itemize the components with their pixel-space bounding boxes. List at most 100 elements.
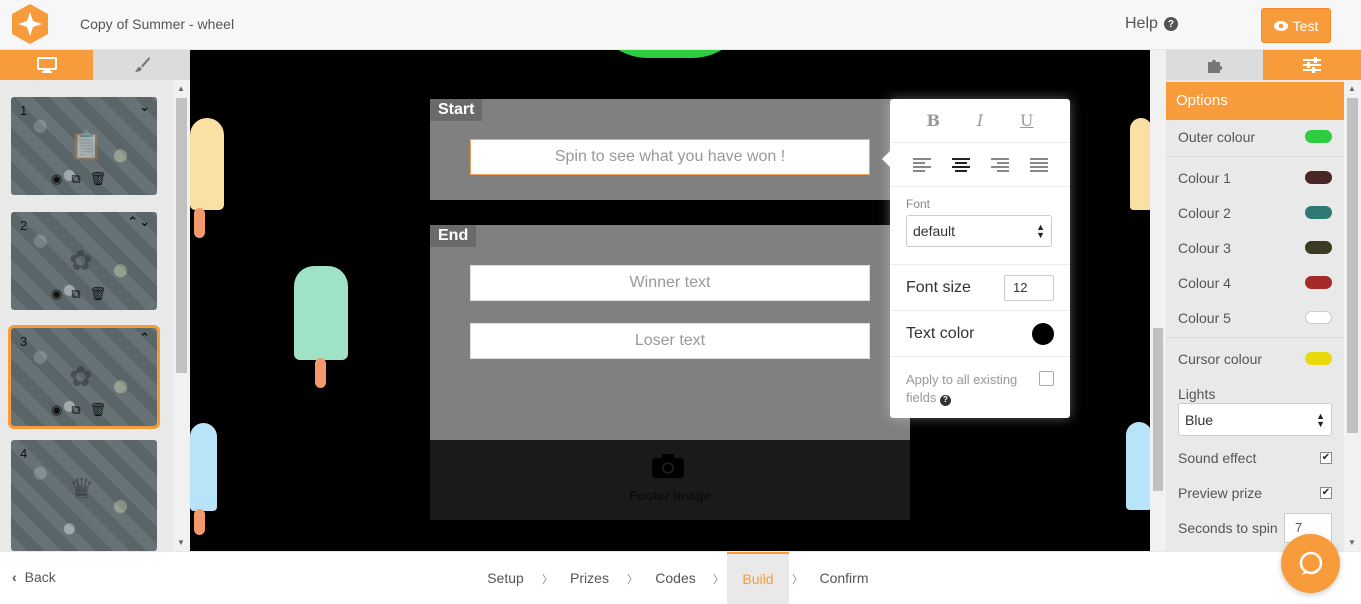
move-up-down-icon[interactable]: ⌃⌄	[127, 214, 151, 230]
options-scrollbar[interactable]: ▲ ▼	[1344, 80, 1361, 551]
slide-list-scrollbar[interactable]: ▲ ▼	[173, 80, 190, 551]
start-section: Start Spin to see what you have won !	[430, 99, 910, 200]
scroll-up-icon[interactable]: ▲	[177, 84, 185, 93]
preview-prize-checkbox[interactable]: ✔	[1320, 486, 1332, 499]
slide-thumbnail-1[interactable]: 1 ⌄ 📋 ◉ ⧉ 🗑	[11, 97, 157, 195]
eye-icon[interactable]: ◉	[51, 171, 62, 187]
loser-text-field[interactable]: Loser text	[470, 323, 870, 359]
puzzle-icon	[1207, 59, 1222, 73]
font-size-input[interactable]: 12	[1004, 274, 1054, 301]
colour-2-row: Colour 2	[1166, 195, 1344, 230]
options-panel: Options Outer colour Colour 1 Colour 2 C…	[1166, 80, 1361, 551]
copy-icon[interactable]: ⧉	[71, 402, 80, 418]
sound-effect-label: Sound effect	[1178, 449, 1257, 466]
colour-1-label: Colour 1	[1178, 169, 1231, 186]
tab-plugins[interactable]	[1166, 50, 1263, 80]
trash-icon[interactable]: 🗑	[90, 286, 107, 302]
popsicle-decoration	[1130, 118, 1150, 210]
eye-icon[interactable]: ◉	[51, 286, 62, 302]
brush-icon	[134, 57, 150, 72]
colour-3-swatch[interactable]	[1305, 241, 1332, 254]
question-circle-icon[interactable]: ?	[939, 394, 951, 406]
italic-button[interactable]: I	[977, 111, 983, 130]
trash-icon[interactable]: 🗑	[90, 402, 107, 418]
colour-4-swatch[interactable]	[1305, 276, 1332, 289]
wheel-edge	[590, 50, 750, 58]
apply-all-checkbox[interactable]	[1039, 371, 1054, 386]
campaign-title: Copy of Summer - wheel	[80, 16, 235, 32]
canvas-scrollbar[interactable]	[1150, 50, 1166, 551]
slide-thumbnail-4[interactable]: 4 ♛	[11, 440, 157, 551]
test-button[interactable]: Test	[1261, 8, 1331, 43]
font-block: Font default ▲ ▼	[890, 187, 1070, 265]
app-logo-icon[interactable]	[9, 3, 51, 45]
monitor-icon	[36, 57, 57, 73]
left-sidebar-tabs	[0, 50, 190, 80]
help-link[interactable]: Help ?	[1125, 15, 1178, 33]
align-left-icon[interactable]	[912, 157, 931, 172]
scroll-down-icon[interactable]: ▼	[177, 538, 185, 547]
cursor-colour-row: Cursor colour	[1166, 341, 1344, 376]
colour-5-swatch[interactable]	[1305, 311, 1332, 324]
start-text-field[interactable]: Spin to see what you have won !	[470, 139, 870, 175]
wheel-icon: ✿	[69, 361, 93, 392]
scrollbar-thumb[interactable]	[1153, 328, 1163, 491]
scroll-down-icon[interactable]: ▼	[1348, 538, 1356, 547]
move-down-icon[interactable]: ⌄	[139, 99, 151, 115]
align-justify-icon[interactable]	[1029, 157, 1048, 172]
popsicle-decoration	[190, 118, 224, 210]
popsicle-stick	[194, 509, 205, 535]
move-up-icon[interactable]: ⌃	[139, 330, 151, 346]
copy-icon[interactable]: ⧉	[71, 286, 80, 302]
scrollbar-thumb[interactable]	[1347, 98, 1358, 433]
popsicle-decoration	[190, 423, 217, 511]
underline-button[interactable]: U	[1020, 111, 1033, 130]
popsicle-stick	[194, 208, 205, 238]
colour-5-label: Colour 5	[1178, 309, 1231, 326]
font-select[interactable]: default ▲ ▼	[906, 215, 1052, 247]
scroll-up-icon[interactable]: ▲	[1348, 84, 1356, 93]
step-prizes[interactable]: Prizes	[562, 552, 617, 604]
copy-icon[interactable]: ⧉	[71, 171, 80, 187]
seconds-to-spin-label: Seconds to spin	[1178, 519, 1278, 536]
cursor-colour-swatch[interactable]	[1305, 352, 1332, 365]
step-codes[interactable]: Codes	[648, 552, 703, 604]
tab-options[interactable]	[1263, 50, 1361, 80]
lights-label: Lights	[1178, 385, 1216, 402]
step-setup[interactable]: Setup	[478, 552, 533, 604]
colour-1-swatch[interactable]	[1305, 171, 1332, 184]
align-center-icon[interactable]	[951, 157, 970, 172]
lights-select[interactable]: Blue ▲ ▼	[1178, 403, 1332, 436]
text-color-swatch[interactable]	[1032, 322, 1054, 345]
footer-image-dropzone[interactable]: Footer image	[430, 440, 910, 520]
popsicle-stick	[315, 358, 326, 388]
tab-desktop[interactable]	[0, 50, 93, 80]
eye-icon	[1273, 20, 1288, 31]
end-label: End	[430, 225, 477, 247]
colour-2-swatch[interactable]	[1305, 206, 1332, 219]
scrollbar-thumb[interactable]	[176, 98, 187, 373]
chat-support-button[interactable]	[1281, 534, 1340, 593]
popsicle-decoration	[1126, 422, 1150, 510]
bold-button[interactable]: B	[926, 111, 940, 130]
updown-caret-icon: ▲ ▼	[1036, 222, 1045, 240]
align-right-icon[interactable]	[990, 157, 1009, 172]
winner-text-field[interactable]: Winner text	[470, 265, 870, 301]
outer-colour-label: Outer colour	[1178, 128, 1256, 145]
slide-number: 3	[20, 334, 28, 349]
outer-colour-swatch[interactable]	[1305, 130, 1332, 143]
tab-style[interactable]	[93, 50, 190, 80]
wizard-steps: Setup 〉 Prizes 〉 Codes 〉 Build 〉 Confirm	[0, 552, 1361, 604]
slide-thumbnail-2[interactable]: 2 ⌃⌄ ✿ ◉ ⧉ 🗑	[11, 212, 157, 310]
sound-effect-checkbox[interactable]: ✔	[1320, 451, 1332, 464]
step-confirm[interactable]: Confirm	[812, 552, 876, 604]
step-build[interactable]: Build	[727, 552, 789, 604]
eye-icon[interactable]: ◉	[51, 402, 62, 418]
chevron-right-icon: 〉	[627, 574, 638, 586]
wheel-icon: ✿	[69, 245, 93, 276]
preview-prize-row: Preview prize ✔	[1166, 475, 1344, 510]
slide-thumbnail-3[interactable]: 3 ⌃ ✿ ◉ ⧉ 🗑	[8, 325, 160, 429]
trash-icon[interactable]: 🗑	[90, 171, 107, 187]
updown-caret-icon: ▲ ▼	[1316, 410, 1325, 429]
end-section: End Winner text Loser text	[430, 225, 910, 440]
